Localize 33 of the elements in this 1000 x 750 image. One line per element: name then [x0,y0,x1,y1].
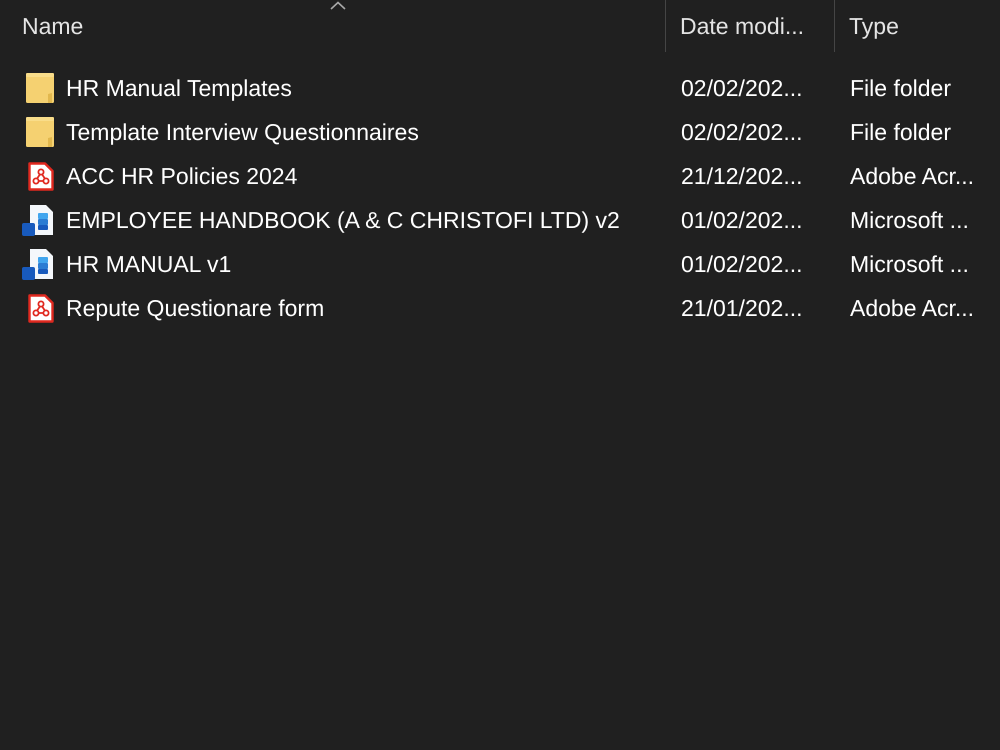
word-document-icon [22,248,54,280]
date-modified-cell: 02/02/202... [681,74,802,100]
date-modified-cell: 01/02/202... [681,250,802,276]
file-type-cell: Adobe Acr... [850,294,974,320]
date-modified-cell: 21/01/202... [681,294,802,320]
file-name: HR MANUAL v1 [66,250,232,278]
file-row[interactable]: EMPLOYEE HANDBOOK (A & C CHRISTOFI LTD) v2 01/02/202... Microsoft ... [0,198,1000,242]
file-row[interactable]: HR MANUAL v1 01/02/202... Microsoft ... [0,242,1000,286]
file-type-cell: File folder [850,118,951,144]
file-row[interactable]: Repute Questionare form 21/01/202... Adobe Acr... [0,286,1000,330]
file-name: Template Interview Questionnaires [66,118,419,146]
file-type-cell: Adobe Acr... [850,162,974,188]
date-modified-cell: 01/02/202... [681,206,802,232]
folder-icon [26,73,54,103]
file-row[interactable]: HR Manual Templates 02/02/202... File folder [0,66,1000,110]
date-modified-cell: 02/02/202... [681,118,802,144]
file-row[interactable]: Template Interview Questionnaires 02/02/202... File folder [0,110,1000,154]
file-type-cell: Microsoft ... [850,206,969,232]
file-name: EMPLOYEE HANDBOOK (A & C CHRISTOFI LTD) v2 [66,206,620,234]
pdf-file-icon [28,162,54,190]
file-row[interactable]: ACC HR Policies 2024 21/12/202... Adobe Acr... [0,154,1000,198]
file-name: ACC HR Policies 2024 [66,162,298,190]
column-header[interactable]: Name [22,12,84,40]
column-header[interactable]: Type [849,12,899,40]
word-document-icon [22,204,54,236]
file-type-cell: Microsoft ... [850,250,969,276]
date-modified-cell: 21/12/202... [681,162,802,188]
file-type-cell: File folder [850,74,951,100]
column-header[interactable]: Date modi... [680,12,804,40]
file-name: HR Manual Templates [66,74,292,102]
folder-icon [26,117,54,147]
file-name: Repute Questionare form [66,294,324,322]
pdf-file-icon [28,294,54,322]
